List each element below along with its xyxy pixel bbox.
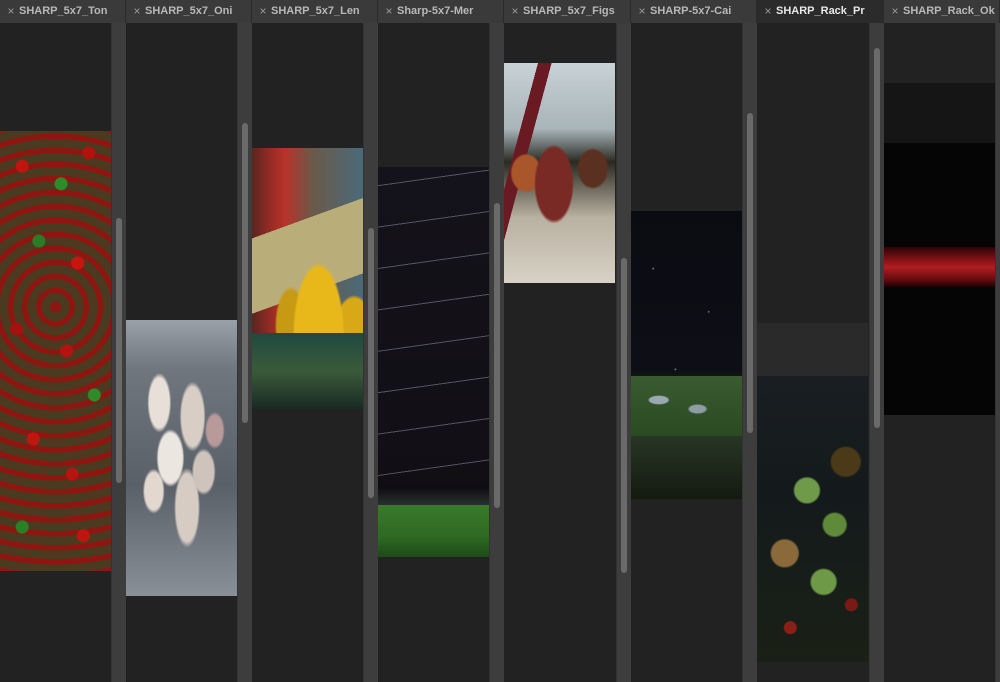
tomatoes-photo [0,131,111,571]
scrollbar-2[interactable] [237,23,252,682]
scrollbar-4[interactable] [489,23,504,682]
scroll-thumb-5[interactable] [621,258,627,573]
tab-7-title: SHARP_Rack_Pr [776,5,865,17]
close-tab-6-icon[interactable]: × [637,0,647,23]
document-panel-1: × SHARP_5x7_Ton [0,0,126,682]
document-panel-3: × SHARP_5x7_Len [252,0,378,682]
close-tab-5-icon[interactable]: × [510,0,520,23]
document-panel-6: × SHARP-5x7-Cai [631,0,757,682]
canvas-3[interactable] [252,23,363,682]
tab-5-title: SHARP_5x7_Figs [523,5,615,17]
scroll-thumb-1[interactable] [116,218,122,483]
close-tab-8-icon[interactable]: × [890,0,900,23]
canvas-8[interactable] [884,23,995,682]
scroll-thumb-4[interactable] [494,203,500,508]
canvas-2[interactable] [126,23,237,682]
tab-1-title: SHARP_5x7_Ton [19,5,108,17]
canvas-6[interactable] [631,23,742,682]
document-tab-2[interactable]: × SHARP_5x7_Oni [126,0,252,23]
close-tab-2-icon[interactable]: × [132,0,142,23]
scrollbar-5[interactable] [616,23,631,682]
figs-photo [504,63,615,283]
document-tab-6[interactable]: × SHARP-5x7-Cai [631,0,757,23]
close-tab-4-icon[interactable]: × [384,0,394,23]
close-tab-3-icon[interactable]: × [258,0,268,23]
document-panel-5: × SHARP_5x7_Figs [504,0,631,682]
document-tab-7[interactable]: × SHARP_Rack_Pr [757,0,884,23]
canvas-5[interactable] [504,23,615,682]
scrollbar-8[interactable] [995,23,1000,682]
canvas-7-pasteboard [757,323,868,376]
document-panel-7: × SHARP_Rack_Pr [757,0,884,682]
green-tomatoes-photo [757,376,868,662]
scroll-thumb-3[interactable] [368,228,374,498]
scroll-thumb-6[interactable] [747,113,753,433]
onions-photo [126,320,237,596]
close-tab-1-icon[interactable]: × [6,0,16,23]
scrollbar-7[interactable] [869,23,884,682]
scrollbar-3[interactable] [363,23,378,682]
lemons-photo [252,148,363,409]
stars-rocks-photo [631,211,742,499]
canvas-4[interactable] [378,23,489,682]
scroll-thumb-2[interactable] [242,123,248,423]
close-tab-7-icon[interactable]: × [763,0,773,23]
canvas-7[interactable] [757,23,868,682]
tab-8-title: SHARP_Rack_Ok [903,5,995,17]
document-tab-1[interactable]: × SHARP_5x7_Ton [0,0,126,23]
document-panel-4: × Sharp-5x7-Mer [378,0,504,682]
document-panel-2: × SHARP_5x7_Oni [126,0,252,682]
document-tab-3[interactable]: × SHARP_5x7_Len [252,0,378,23]
document-tab-4[interactable]: × Sharp-5x7-Mer [378,0,504,23]
document-tab-5[interactable]: × SHARP_5x7_Figs [504,0,631,23]
scrollbar-1[interactable] [111,23,126,682]
red-blur-photo [884,143,995,415]
scrollbar-6[interactable] [742,23,757,682]
tab-4-title: Sharp-5x7-Mer [397,5,474,17]
tab-2-title: SHARP_5x7_Oni [145,5,233,17]
tab-3-title: SHARP_5x7_Len [271,5,360,17]
canvas-1[interactable] [0,23,111,682]
scroll-thumb-7[interactable] [874,48,880,428]
document-tab-8[interactable]: × SHARP_Rack_Ok [884,0,1000,23]
stars-stones-photo [378,167,489,557]
tab-6-title: SHARP-5x7-Cai [650,5,732,17]
document-panel-8: × SHARP_Rack_Ok [884,0,1000,682]
